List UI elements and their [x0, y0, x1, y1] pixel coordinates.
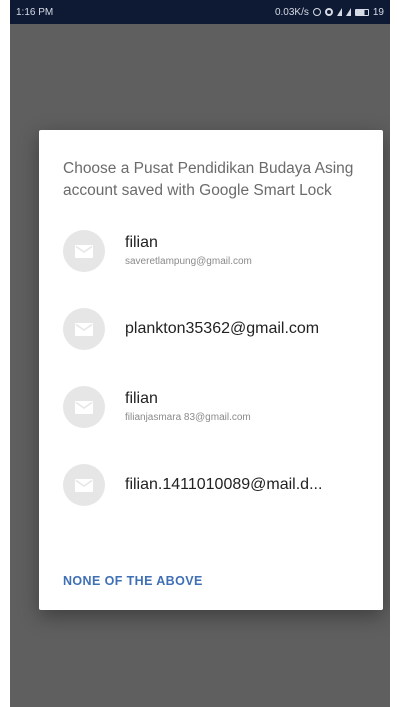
battery-level: 19	[372, 6, 384, 18]
account-item[interactable]: filian.1411010089@mail.d...	[63, 446, 359, 524]
network-speed: 0.03K/s	[274, 6, 309, 18]
signal-icon	[336, 8, 342, 16]
account-avatar	[63, 386, 105, 428]
account-text: filian filianjasmara 83@gmail.com	[125, 389, 251, 425]
account-name: filian	[125, 390, 158, 407]
none-of-the-above-button[interactable]: NONE OF THE ABOVE	[63, 574, 203, 588]
account-text: plankton35362@gmail.com	[125, 319, 319, 339]
smart-lock-dialog: Choose a Pusat Pendidikan Budaya Asing a…	[39, 130, 383, 610]
account-item[interactable]: filian filianjasmara 83@gmail.com	[63, 368, 359, 446]
envelope-icon	[75, 244, 93, 258]
account-name: filian.1411010089@mail.d...	[125, 476, 323, 493]
status-time: 1:16 PM	[16, 6, 54, 18]
envelope-icon	[75, 400, 93, 414]
account-text: filian saveretlampung@gmail.com	[125, 233, 252, 269]
alarm-icon	[312, 8, 321, 16]
account-item[interactable]: plankton35362@gmail.com	[63, 290, 359, 368]
battery-icon	[354, 8, 369, 16]
dialog-title: Choose a Pusat Pendidikan Budaya Asing a…	[63, 160, 354, 199]
phone-screen: 1:16 PM 0.03K/s 19 Choose a Pusat Pendid…	[10, 0, 390, 707]
envelope-icon	[75, 322, 93, 336]
account-email: filianjasmara 83@gmail.com	[125, 412, 251, 423]
account-text: filian.1411010089@mail.d...	[125, 475, 322, 495]
account-name: filian	[125, 234, 158, 251]
account-email: saveretlampung@gmail.com	[125, 256, 252, 267]
status-indicators: 0.03K/s 19	[275, 7, 384, 18]
account-name: plankton35362@gmail.com	[125, 320, 320, 337]
account-item[interactable]: filian saveretlampung@gmail.com	[63, 212, 359, 290]
account-avatar	[63, 308, 105, 350]
envelope-icon	[75, 478, 93, 492]
account-avatar	[63, 230, 105, 272]
status-bar: 1:16 PM 0.03K/s 19	[10, 0, 390, 24]
account-avatar	[63, 464, 105, 506]
signal-2-icon	[345, 8, 351, 16]
settings-icon	[324, 8, 333, 16]
